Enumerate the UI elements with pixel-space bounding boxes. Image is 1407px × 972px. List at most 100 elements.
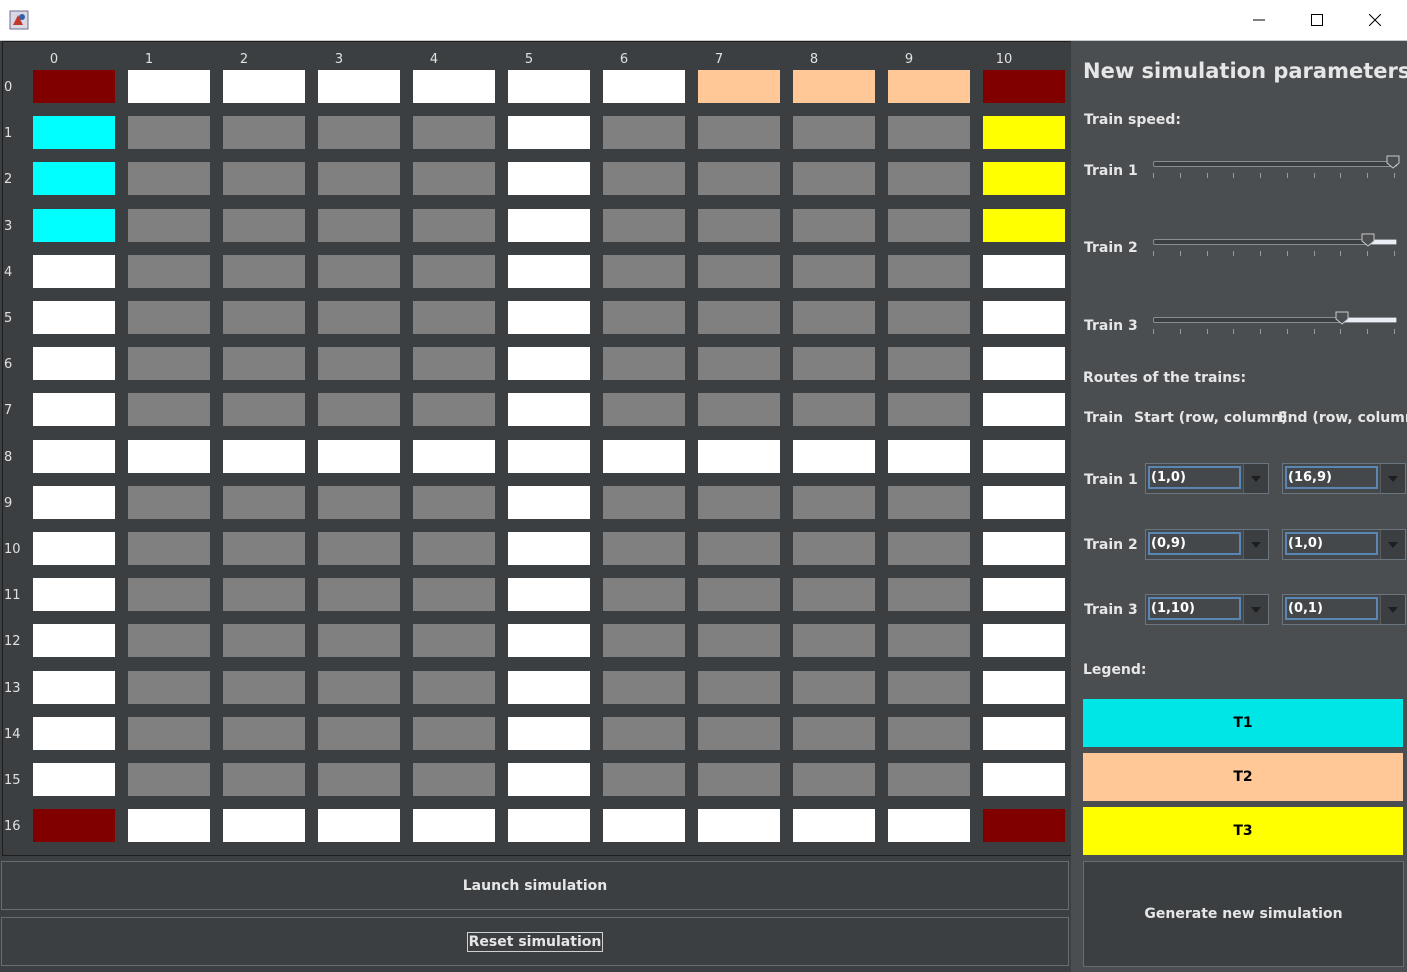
- grid-cell-grey: [603, 162, 685, 195]
- grid-cell-grey: [128, 301, 210, 334]
- reset-simulation-label: Reset simulation: [466, 931, 604, 952]
- grid-cell-grey: [318, 347, 400, 380]
- column-header: 5: [524, 52, 534, 67]
- chevron-down-icon[interactable]: [1380, 595, 1405, 624]
- route-train-2-end-select[interactable]: (1,0): [1282, 529, 1406, 560]
- grid-cell-white: [223, 70, 305, 103]
- slider-thumb[interactable]: [1335, 311, 1349, 325]
- row-header: 1: [4, 126, 13, 141]
- route-train-3-start-select[interactable]: (1,10): [1145, 594, 1269, 625]
- slider-tick: [1340, 329, 1341, 334]
- chevron-down-icon[interactable]: [1380, 464, 1405, 493]
- route-train-2-label: Train 2: [1084, 537, 1138, 553]
- route-train-2-start-select[interactable]: (0,9): [1145, 529, 1269, 560]
- slider-tick: [1367, 329, 1368, 334]
- legend-t2-label: T2: [1233, 769, 1253, 785]
- legend-t2: T2: [1083, 753, 1403, 801]
- slider-tick: [1287, 251, 1288, 256]
- column-header: 2: [239, 52, 249, 67]
- grid-cell-grey: [698, 578, 780, 611]
- grid-cell-grey: [413, 301, 495, 334]
- grid-cell-white: [983, 624, 1065, 657]
- slider-tick: [1233, 173, 1234, 178]
- grid-cell-grey: [698, 162, 780, 195]
- column-header: 1: [144, 52, 154, 67]
- grid-cell-white: [983, 393, 1065, 426]
- route-train-3-start-value: (1,10): [1148, 597, 1241, 620]
- grid-cell-peach: [698, 70, 780, 103]
- slider-tick: [1207, 329, 1208, 334]
- route-train-3-end-select[interactable]: (0,1): [1282, 594, 1406, 625]
- grid-cell-grey: [698, 763, 780, 796]
- grid-cell-grey: [888, 624, 970, 657]
- column-header: 7: [714, 52, 724, 67]
- grid-cell-grey: [223, 347, 305, 380]
- grid-cell-grey: [318, 717, 400, 750]
- grid-cell-white: [33, 624, 115, 657]
- grid-cell-yellow: [983, 162, 1065, 195]
- grid-cell-grey: [793, 532, 875, 565]
- grid-cell-grey: [128, 162, 210, 195]
- reset-simulation-button[interactable]: Reset simulation: [1, 917, 1069, 966]
- chevron-down-icon[interactable]: [1380, 530, 1405, 559]
- maximize-button[interactable]: [1289, 0, 1345, 40]
- grid-cell-white: [508, 440, 590, 473]
- grid-cell-peach: [888, 70, 970, 103]
- grid-cell-grey: [603, 763, 685, 796]
- grid-cell-grey: [223, 671, 305, 704]
- row-header: 9: [4, 496, 13, 511]
- grid-cell-white: [33, 532, 115, 565]
- grid-cell-grey: [603, 301, 685, 334]
- grid-cell-grey: [413, 393, 495, 426]
- close-button[interactable]: [1347, 0, 1403, 40]
- routes-header-train: Train: [1084, 410, 1124, 426]
- grid-cell-white: [33, 255, 115, 288]
- generate-simulation-button[interactable]: Generate new simulation: [1083, 861, 1404, 967]
- grid-cell-white: [983, 578, 1065, 611]
- grid-cell-grey: [888, 255, 970, 288]
- launch-simulation-button[interactable]: Launch simulation: [1, 861, 1069, 910]
- train-speed-label: Train speed:: [1084, 112, 1181, 128]
- row-header: 15: [4, 773, 21, 788]
- grid-cell-grey: [413, 717, 495, 750]
- grid-cell-yellow: [983, 209, 1065, 242]
- grid-cell-grey: [793, 393, 875, 426]
- grid-cell-grey: [413, 624, 495, 657]
- grid-cell-white: [603, 70, 685, 103]
- slider-thumb[interactable]: [1361, 233, 1375, 247]
- chevron-down-icon[interactable]: [1243, 595, 1268, 624]
- route-train-1-start-select[interactable]: (1,0): [1145, 463, 1269, 494]
- chevron-down-icon[interactable]: [1243, 464, 1268, 493]
- grid-cell-white: [508, 578, 590, 611]
- route-train-1-end-select[interactable]: (16,9): [1282, 463, 1406, 494]
- grid-cell-grey: [793, 671, 875, 704]
- grid-cell-white: [128, 70, 210, 103]
- routes-label: Routes of the trains:: [1083, 370, 1247, 386]
- slider-thumb[interactable]: [1386, 155, 1400, 169]
- train-1-speed-slider[interactable]: [1153, 155, 1400, 197]
- grid-cell-white: [793, 440, 875, 473]
- minimize-button[interactable]: [1231, 0, 1287, 40]
- slider-tick: [1394, 251, 1395, 256]
- grid-cell-grey: [603, 578, 685, 611]
- column-header: 6: [619, 52, 629, 67]
- train-2-speed-slider[interactable]: [1153, 233, 1397, 275]
- grid-cell-white: [983, 255, 1065, 288]
- grid-cell-white: [33, 486, 115, 519]
- row-header: 6: [4, 357, 13, 372]
- grid-cell-grey: [223, 162, 305, 195]
- grid-cell-white: [603, 440, 685, 473]
- slider-tick: [1153, 329, 1154, 334]
- grid-cell-grey: [223, 255, 305, 288]
- grid-cell-grey: [793, 624, 875, 657]
- parameters-title: New simulation parameters: [1083, 59, 1407, 83]
- route-train-1-label: Train 1: [1084, 472, 1138, 488]
- grid-cell-grey: [888, 486, 970, 519]
- slider-track: [1153, 317, 1397, 323]
- grid-cell-white: [793, 809, 875, 842]
- chevron-down-icon[interactable]: [1243, 530, 1268, 559]
- row-header: 11: [4, 588, 21, 603]
- grid-cell-grey: [793, 717, 875, 750]
- grid-cell-grey: [128, 624, 210, 657]
- train-3-speed-slider[interactable]: [1153, 311, 1397, 353]
